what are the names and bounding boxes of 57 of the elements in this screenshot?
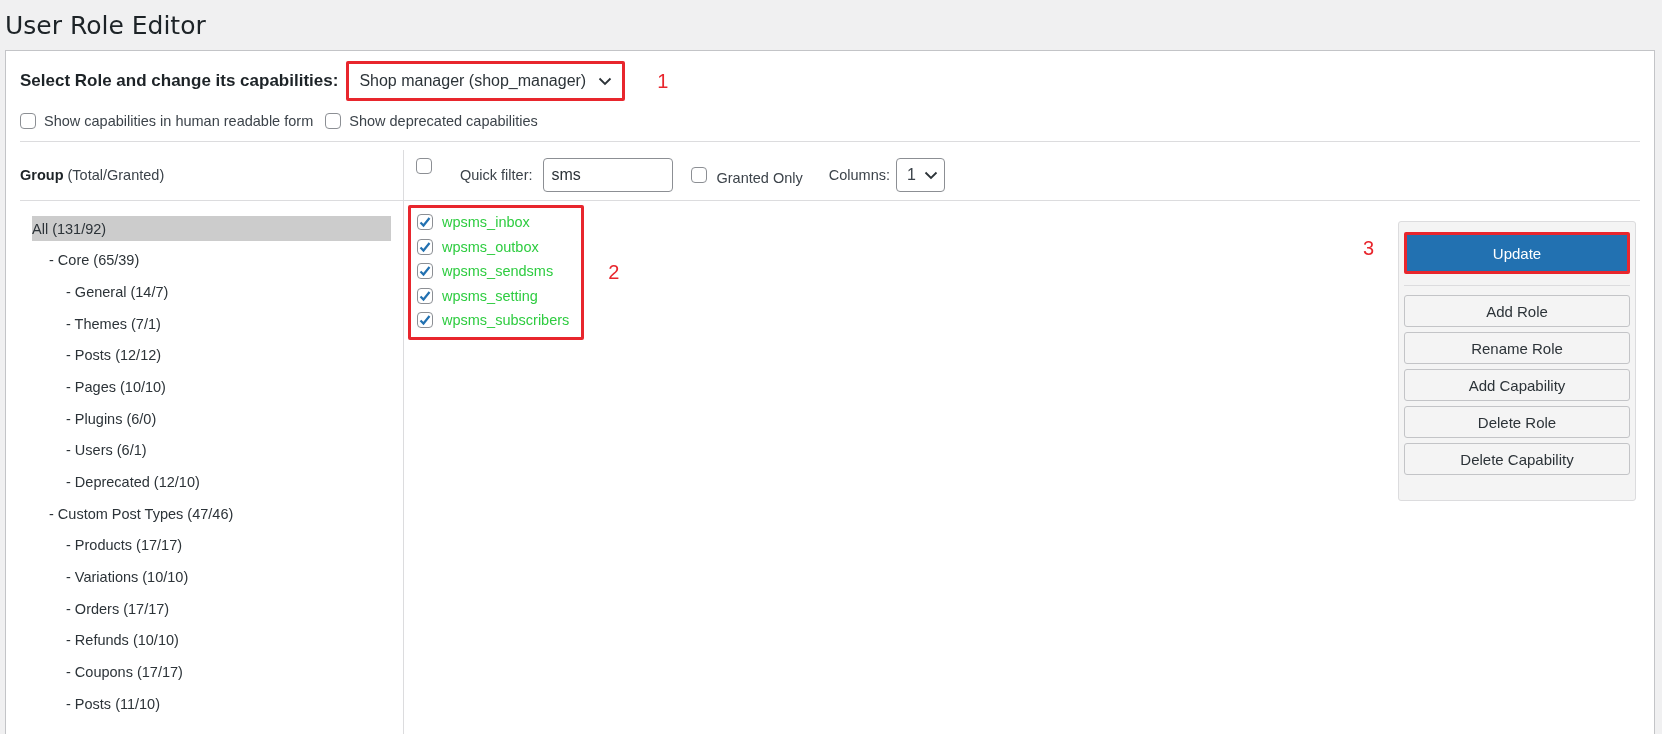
callout-number: 3 bbox=[1362, 236, 1375, 260]
group-item[interactable]: - Posts (11/10) bbox=[32, 691, 391, 717]
group-item[interactable]: - Variations (10/10) bbox=[32, 564, 391, 590]
role-label: Select Role and change its capabilities: bbox=[20, 71, 339, 91]
checkmark-icon bbox=[418, 239, 432, 254]
group-item[interactable]: - Orders (17/17) bbox=[32, 596, 391, 622]
capability-name: wpsms_inbox bbox=[442, 214, 530, 231]
capability-name: wpsms_sendsms bbox=[442, 263, 554, 280]
callout-number: 1 bbox=[656, 69, 670, 93]
capability-name: wpsms_subscribers bbox=[442, 312, 570, 329]
group-item[interactable]: - Coupons (17/17) bbox=[32, 659, 391, 685]
chevron-down-icon bbox=[923, 170, 938, 180]
group-item[interactable]: - General (14/7) bbox=[32, 279, 391, 305]
capability-name: wpsms_outbox bbox=[442, 238, 539, 255]
checkbox-label: Show capabilities in human readable form bbox=[44, 113, 314, 129]
group-header: Group (Total/Granted) bbox=[20, 167, 165, 183]
checkbox[interactable] bbox=[417, 287, 433, 304]
group-item[interactable]: - Custom Post Types (47/46) bbox=[32, 501, 391, 527]
action-button[interactable]: Add Capability bbox=[1404, 369, 1630, 401]
select-all-checkbox[interactable] bbox=[416, 158, 432, 174]
group-item[interactable]: - Users (6/1) bbox=[32, 437, 391, 463]
capability-name: wpsms_setting bbox=[442, 287, 538, 304]
checkbox[interactable] bbox=[690, 167, 707, 183]
checkmark-icon bbox=[418, 313, 432, 328]
columns-select[interactable]: 1 bbox=[896, 158, 945, 192]
group-item[interactable]: - Refunds (10/10) bbox=[32, 627, 391, 653]
page-title: User Role Editor bbox=[5, 10, 207, 42]
checkbox[interactable] bbox=[417, 263, 433, 280]
checkmark-icon bbox=[418, 215, 432, 230]
checkbox[interactable] bbox=[20, 113, 36, 129]
action-button[interactable]: Delete Capability bbox=[1404, 443, 1630, 475]
group-item[interactable]: - Products (17/17) bbox=[32, 532, 391, 558]
quick-filter-field[interactable]: sms bbox=[542, 158, 673, 192]
action-button[interactable]: Add Role bbox=[1404, 295, 1630, 327]
group-item[interactable]: - Pages (10/10) bbox=[32, 374, 391, 400]
columns-label: Columns: bbox=[828, 167, 890, 183]
callout-number: 2 bbox=[607, 260, 621, 284]
update-button[interactable]: Update bbox=[1404, 232, 1630, 274]
group-item[interactable]: All (131/92) bbox=[32, 216, 391, 241]
checkbox-label: Show deprecated capabilities bbox=[349, 113, 538, 129]
group-item[interactable]: - Themes (7/1) bbox=[32, 311, 391, 337]
role-select[interactable]: Shop manager (shop_manager) bbox=[346, 61, 626, 101]
checkbox[interactable] bbox=[417, 238, 433, 255]
group-item[interactable]: - Deprecated (12/10) bbox=[32, 469, 391, 495]
checkmark-icon bbox=[418, 264, 432, 279]
chevron-down-icon bbox=[598, 76, 613, 86]
filter-label: Quick filter: bbox=[460, 167, 533, 183]
checkbox-label: Granted Only bbox=[716, 170, 803, 186]
group-item[interactable]: - Core (65/39) bbox=[32, 247, 391, 273]
checkbox[interactable] bbox=[417, 312, 433, 329]
checkbox[interactable] bbox=[325, 113, 342, 129]
group-item[interactable]: - Plugins (6/0) bbox=[32, 406, 391, 432]
checkmark-icon bbox=[418, 288, 432, 303]
action-button[interactable]: Delete Role bbox=[1404, 406, 1630, 438]
group-item[interactable]: - Posts (12/12) bbox=[32, 342, 391, 368]
action-button[interactable]: Rename Role bbox=[1404, 332, 1630, 364]
checkbox[interactable] bbox=[417, 214, 433, 231]
